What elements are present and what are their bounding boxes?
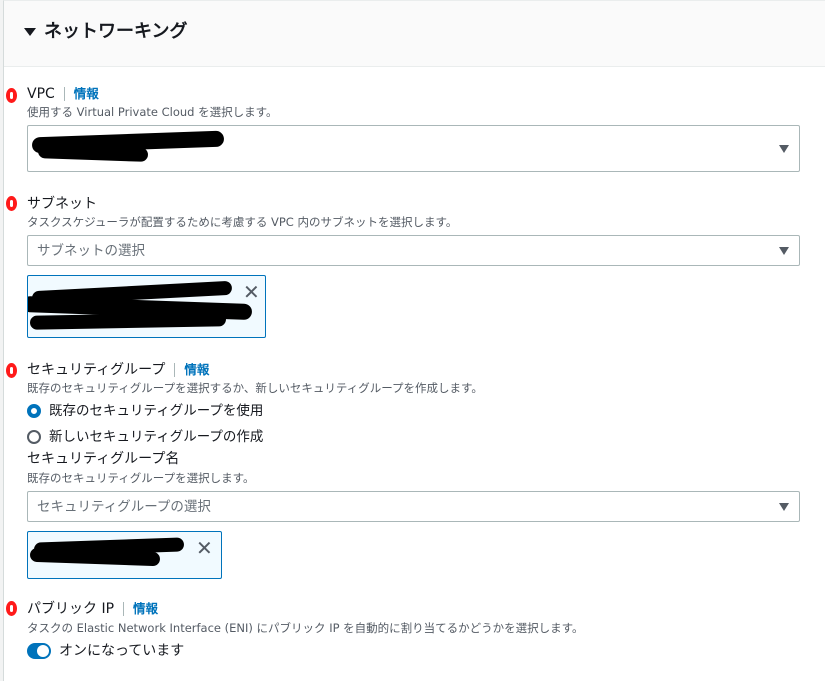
security-group-info-link[interactable]: 情報: [184, 360, 209, 380]
close-icon[interactable]: ✕: [196, 538, 213, 558]
subnet-description: タスクスケジューラが配置するために考慮する VPC 内のサブネットを選択します。: [27, 215, 458, 229]
redacted-value: [37, 144, 149, 162]
vpc-label-row: VPC 情報: [27, 84, 99, 104]
radio-new-security-group[interactable]: 新しいセキュリティグループの作成: [27, 427, 263, 447]
vpc-description: 使用する Virtual Private Cloud を選択します。: [27, 105, 278, 119]
subnet-label-row: サブネット: [27, 194, 97, 214]
dropdown-arrow-icon: [779, 144, 789, 153]
divider: [123, 602, 125, 616]
public-ip-toggle[interactable]: [27, 643, 51, 659]
red-marker-icon: [6, 363, 17, 378]
section-title: ネットワーキング: [44, 21, 188, 42]
subnet-token: ✕: [27, 275, 266, 338]
radio-selected-icon[interactable]: [27, 404, 41, 418]
divider: [63, 87, 65, 101]
vpc-info-link[interactable]: 情報: [74, 84, 99, 104]
security-group-name-label: セキュリティグループ名: [27, 451, 180, 467]
redacted-value: [29, 312, 227, 330]
divider: [174, 363, 176, 377]
dropdown-arrow-icon: [779, 246, 789, 255]
subnet-select[interactable]: サブネットの選択: [27, 235, 800, 266]
security-group-placeholder: セキュリティグループの選択: [37, 499, 211, 515]
vpc-select[interactable]: [27, 125, 800, 172]
caret-down-icon[interactable]: [24, 28, 36, 36]
public-ip-description: タスクの Elastic Network Interface (ENI) にパブ…: [27, 621, 584, 635]
radio-existing-security-group[interactable]: 既存のセキュリティグループを使用: [27, 401, 263, 421]
red-marker-icon: [6, 88, 17, 103]
public-ip-toggle-row[interactable]: オンになっています: [27, 641, 184, 661]
toggle-knob: [37, 645, 49, 657]
dropdown-arrow-icon: [779, 502, 789, 511]
radio-label: 既存のセキュリティグループを使用: [49, 403, 264, 419]
security-group-token: ✕: [27, 531, 222, 579]
public-ip-toggle-label: オンになっています: [59, 643, 185, 659]
public-ip-label: パブリック IP: [27, 601, 115, 617]
radio-unselected-icon[interactable]: [27, 430, 41, 444]
red-marker-icon: [6, 196, 17, 211]
subnet-placeholder: サブネットの選択: [37, 243, 145, 259]
close-icon[interactable]: ✕: [243, 282, 260, 302]
vpc-label: VPC: [27, 86, 55, 102]
subnet-label: サブネット: [27, 196, 97, 212]
public-ip-info-link[interactable]: 情報: [133, 599, 158, 619]
radio-label: 新しいセキュリティグループの作成: [49, 429, 264, 445]
security-group-name-description: 既存のセキュリティグループを選択します。: [27, 471, 255, 485]
security-group-label: セキュリティグループ: [27, 362, 166, 378]
red-marker-icon: [6, 601, 17, 616]
networking-panel: ネットワーキング VPC 情報 使用する Virtual Private Clo…: [3, 0, 825, 681]
security-group-description: 既存のセキュリティグループを選択するか、新しいセキュリティグループを作成します。: [27, 381, 483, 395]
security-group-label-row: セキュリティグループ 情報: [27, 360, 209, 380]
section-header[interactable]: ネットワーキング: [4, 1, 825, 67]
security-group-select[interactable]: セキュリティグループの選択: [27, 491, 800, 522]
public-ip-label-row: パブリック IP 情報: [27, 599, 158, 619]
